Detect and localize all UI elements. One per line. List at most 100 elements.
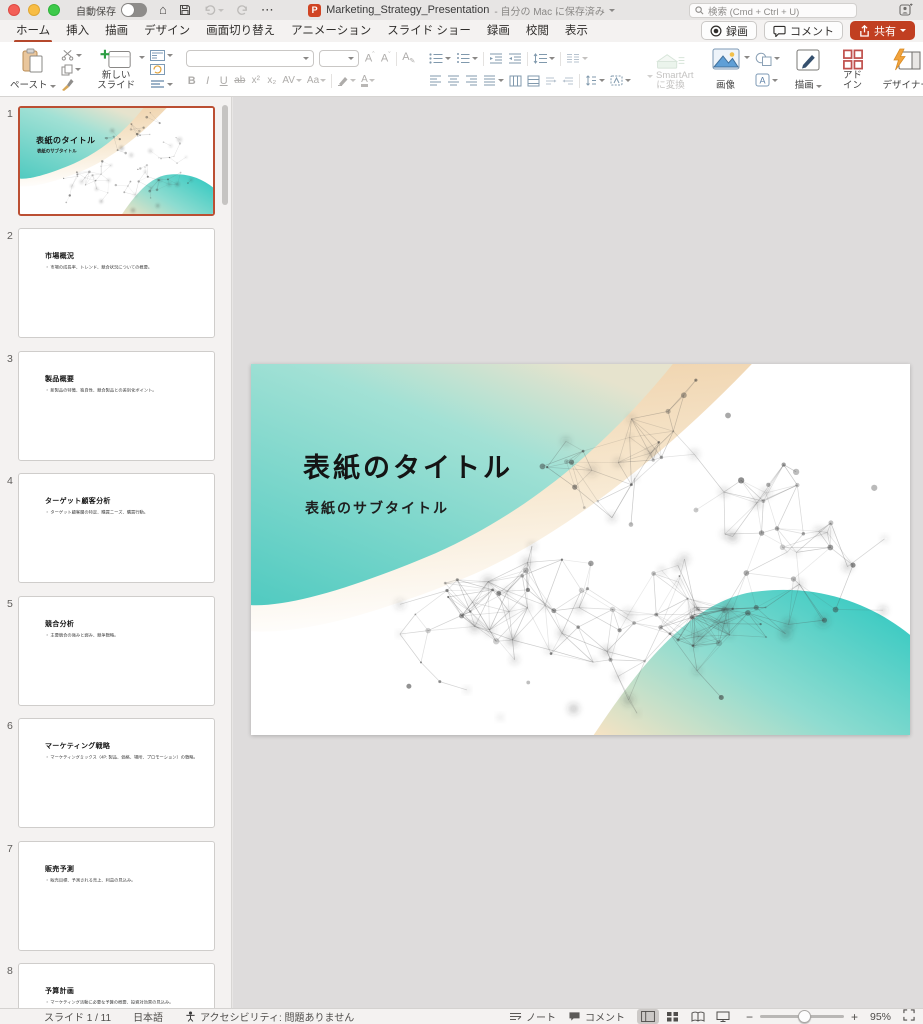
autosave-toggle[interactable] <box>121 3 147 17</box>
underline-button[interactable]: U <box>218 75 229 87</box>
designer-button[interactable]: デザイナー <box>879 46 923 93</box>
character-spacing-button[interactable]: AV <box>282 75 302 86</box>
slide-sorter-view-button[interactable] <box>662 1009 684 1024</box>
bullets-button[interactable] <box>429 52 451 66</box>
cut-button[interactable] <box>61 48 82 62</box>
draw-button[interactable]: 描画 <box>791 46 827 93</box>
slide-subtitle-text[interactable]: 表紙のサブタイトル <box>305 498 449 518</box>
share-session-icon[interactable] <box>899 3 913 21</box>
highlight-button[interactable] <box>337 75 356 86</box>
font-name-select[interactable] <box>186 50 314 67</box>
zoom-out-button[interactable]: − <box>746 1010 753 1024</box>
reading-view-button[interactable] <box>687 1009 709 1024</box>
slide-canvas[interactable]: 表紙のタイトル 表紙のサブタイトル <box>251 364 910 735</box>
thumbnail-slide-6[interactable]: マーケティング戦略 ・ マーケティングミックス（4P: 製品、価格、場所、プロモ… <box>18 718 215 828</box>
align-center-button[interactable] <box>447 74 460 88</box>
line-spacing-button[interactable] <box>533 52 555 66</box>
fit-slide-button[interactable] <box>903 1009 915 1024</box>
zoom-slider[interactable] <box>760 1015 844 1018</box>
add-column-right-button[interactable] <box>527 74 540 88</box>
font-color-button[interactable]: A <box>361 75 375 87</box>
zoom-window-button[interactable] <box>48 4 60 16</box>
thumbnail-slide-2[interactable]: 市場概況 ・ 市場の成長率、トレンド、競合状況についての概要。 <box>18 228 215 338</box>
comments-button[interactable]: コメント <box>764 21 843 40</box>
slideshow-view-button[interactable] <box>712 1009 734 1024</box>
undo-icon[interactable] <box>203 4 224 16</box>
text-direction-ltr-button[interactable] <box>545 74 557 88</box>
thumbnail-slide-7[interactable]: 販売予測 ・ 販売目標、予測される売上、利益の見込み。 <box>18 841 215 951</box>
new-slide-button[interactable]: 新しいスライド <box>93 46 139 93</box>
shapes-button[interactable] <box>755 52 780 66</box>
subscript-button[interactable]: x₂ <box>266 75 277 86</box>
notes-toggle[interactable]: ノート <box>509 1009 556 1024</box>
undo-caret-icon[interactable] <box>218 9 224 12</box>
justify-button[interactable] <box>483 74 504 88</box>
italic-button[interactable]: I <box>202 75 213 87</box>
tab-insert[interactable]: 挿入 <box>66 22 89 40</box>
home-icon[interactable]: ⌂ <box>159 3 167 17</box>
superscript-button[interactable]: x² <box>250 75 261 86</box>
comments-toggle[interactable]: コメント <box>568 1009 625 1024</box>
align-left-button[interactable] <box>429 74 442 88</box>
text-direction-rtl-button[interactable] <box>562 74 574 88</box>
record-button[interactable]: 録画 <box>701 21 757 40</box>
language-status[interactable]: 日本語 <box>133 1009 163 1024</box>
slide-title-text[interactable]: 表紙のタイトル <box>303 446 513 485</box>
minimize-window-button[interactable] <box>28 4 40 16</box>
thumbnail-scrollbar[interactable] <box>222 105 228 205</box>
tab-animations[interactable]: アニメーション <box>291 22 371 40</box>
thumbnail-slide-8[interactable]: 予算計画 ・ マーケティング活動に必要な予算の概要、投資対効果の見込み。 <box>18 963 215 1008</box>
tab-design[interactable]: デザイン <box>144 22 190 40</box>
tab-home[interactable]: ホーム <box>16 22 50 40</box>
new-slide-caret-icon[interactable] <box>139 56 145 59</box>
close-window-button[interactable] <box>8 4 20 16</box>
thumbnail-slide-1[interactable]: 表紙のタイトル 表紙のサブタイトル <box>18 106 215 216</box>
more-toolbar-icon[interactable]: ⋯ <box>261 3 275 17</box>
picture-button[interactable]: 画像 <box>708 46 744 93</box>
strikethrough-button[interactable]: ab <box>234 75 245 86</box>
slide-layout-button[interactable] <box>150 48 173 62</box>
bold-button[interactable]: B <box>186 75 197 87</box>
thumbnail-slide-4[interactable]: ターゲット顧客分析 ・ ターゲット顧客層の特定、購買ニーズ、購買行動。 <box>18 473 215 583</box>
thumbnail-slide-3[interactable]: 製品概要 ・ 新製品の特徴、独自性、競合製品との差別化ポイント。 <box>18 351 215 461</box>
tab-draw[interactable]: 描画 <box>105 22 128 40</box>
smartart-button[interactable]: SmartArtに変換 <box>643 46 697 93</box>
numbering-button[interactable] <box>456 52 478 66</box>
picture-caret-icon[interactable] <box>744 56 750 59</box>
accessibility-status[interactable]: アクセシビリティ: 問題ありません <box>185 1009 354 1024</box>
section-button[interactable] <box>150 77 173 91</box>
zoom-level[interactable]: 95% <box>870 1011 891 1023</box>
convert-to-smartart-mini-button[interactable] <box>610 74 631 88</box>
normal-view-button[interactable] <box>637 1009 659 1024</box>
text-box-button[interactable]: A <box>755 73 780 87</box>
clear-formatting-button[interactable]: A✎ <box>402 51 415 65</box>
copy-button[interactable] <box>61 63 82 77</box>
share-button[interactable]: 共有 <box>850 21 915 40</box>
increase-indent-button[interactable] <box>508 52 522 66</box>
tab-slideshow[interactable]: スライド ショー <box>387 22 471 40</box>
paste-caret-icon[interactable] <box>50 85 56 88</box>
reset-slide-button[interactable] <box>150 63 173 77</box>
tab-view[interactable]: 表示 <box>565 22 588 40</box>
add-column-left-button[interactable] <box>509 74 522 88</box>
tab-transitions[interactable]: 画面切り替え <box>206 22 275 40</box>
format-painter-button[interactable] <box>61 77 82 91</box>
align-right-button[interactable] <box>465 74 478 88</box>
redo-icon[interactable] <box>236 4 249 16</box>
save-icon[interactable] <box>179 4 191 16</box>
grow-font-button[interactable]: Aˆ <box>364 52 375 65</box>
decrease-indent-button[interactable] <box>489 52 503 66</box>
thumbnail-slide-5[interactable]: 競合分析 ・ 主要競合の強みと弱み、競争戦略。 <box>18 596 215 706</box>
search-input[interactable]: 検索 (Cmd + Ctrl + U) <box>689 3 857 18</box>
change-case-button[interactable]: Aa <box>307 75 326 86</box>
paste-button[interactable]: ペースト <box>6 46 60 93</box>
zoom-slider-knob[interactable] <box>798 1010 811 1023</box>
tab-record[interactable]: 録画 <box>487 22 510 40</box>
shrink-font-button[interactable]: Aˇ <box>380 52 391 65</box>
zoom-in-button[interactable]: + <box>851 1010 858 1024</box>
font-size-select[interactable] <box>319 50 359 67</box>
align-text-button[interactable] <box>585 74 605 88</box>
addins-button[interactable]: アドイン <box>837 46 869 93</box>
tab-review[interactable]: 校閲 <box>526 22 549 40</box>
document-title-caret-icon[interactable] <box>609 9 615 12</box>
